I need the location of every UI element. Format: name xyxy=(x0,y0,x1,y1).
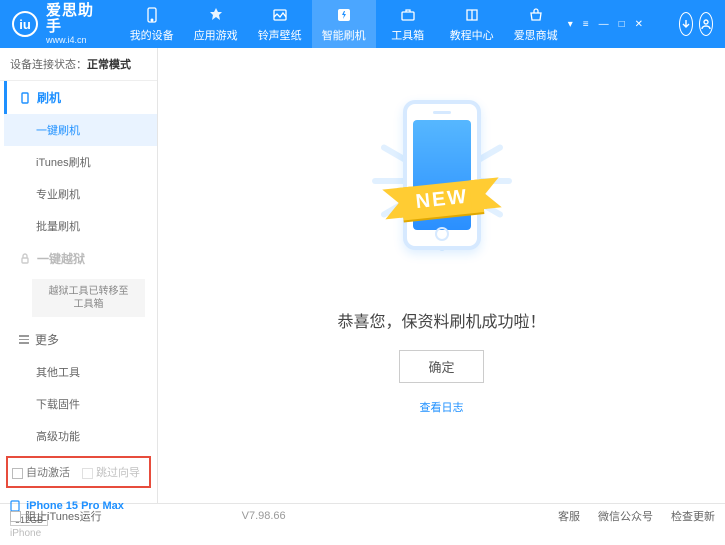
window-controls: ▾ ≡ — □ ✕ xyxy=(568,19,643,30)
app-logo-text: 爱思助手 www.i4.cn xyxy=(46,3,100,46)
nav-ringtones[interactable]: 铃声壁纸 xyxy=(248,0,312,48)
nav-store[interactable]: 爱思商城 xyxy=(504,0,568,48)
minimize-icon[interactable]: — xyxy=(599,19,609,30)
nav-apps[interactable]: 应用游戏 xyxy=(184,0,248,48)
view-log-link[interactable]: 查看日志 xyxy=(420,399,464,415)
sidebar-header-jailbreak: 一键越狱 xyxy=(4,242,157,275)
app-subtitle: www.i4.cn xyxy=(46,36,100,46)
sidebar-item-advanced[interactable]: 高级功能 xyxy=(4,420,157,452)
skip-guide-checkbox[interactable]: 跳过向导 xyxy=(82,464,140,480)
phone-graphic xyxy=(403,100,481,250)
flash-icon xyxy=(335,6,353,24)
device-icon xyxy=(19,92,31,104)
book-icon xyxy=(463,6,481,24)
maximize-icon[interactable]: □ xyxy=(619,19,625,30)
sidebar-header-label: 一键越狱 xyxy=(37,250,85,267)
lock-icon xyxy=(19,253,31,265)
sidebar-item-oneclick[interactable]: 一键刷机 xyxy=(4,114,157,146)
nav-label: 应用游戏 xyxy=(194,27,238,43)
success-illustration: NEW xyxy=(352,78,532,278)
nav-label: 我的设备 xyxy=(130,27,174,43)
connection-status: 设备连接状态：正常模式 xyxy=(0,48,157,81)
sidebar-header-label: 更多 xyxy=(35,331,59,348)
download-button[interactable] xyxy=(679,12,693,36)
sidebar-item-other[interactable]: 其他工具 xyxy=(4,356,157,388)
user-button[interactable] xyxy=(699,12,713,36)
close-icon[interactable]: ✕ xyxy=(635,19,643,30)
sidebar-item-pro[interactable]: 专业刷机 xyxy=(4,178,157,210)
ok-button[interactable]: 确定 xyxy=(399,350,483,383)
activation-options: 自动激活 跳过向导 xyxy=(6,456,151,488)
auto-activate-checkbox[interactable]: 自动激活 xyxy=(12,464,70,480)
status-label: 设备连接状态： xyxy=(10,59,87,71)
nav-flash[interactable]: 智能刷机 xyxy=(312,0,376,48)
top-nav: 我的设备 应用游戏 铃声壁纸 智能刷机 工具箱 教程中心 爱思商城 xyxy=(120,0,568,48)
sidebar-header-flash[interactable]: 刷机 xyxy=(4,81,157,114)
app-logo-icon: iu xyxy=(12,11,38,37)
nav-tutorials[interactable]: 教程中心 xyxy=(440,0,504,48)
nav-my-device[interactable]: 我的设备 xyxy=(120,0,184,48)
body: 设备连接状态：正常模式 刷机 一键刷机 iTunes刷机 专业刷机 批量刷机 一… xyxy=(0,48,725,503)
title-bar: iu 爱思助手 www.i4.cn 我的设备 应用游戏 铃声壁纸 智能刷机 工具… xyxy=(0,0,725,48)
nav-label: 爱思商城 xyxy=(514,27,558,43)
hamburger-icon xyxy=(19,335,29,344)
tray-icon[interactable]: ≡ xyxy=(583,19,589,30)
wallpaper-icon xyxy=(271,6,289,24)
main-content: NEW 恭喜您，保资料刷机成功啦！ 确定 查看日志 xyxy=(158,48,725,503)
nav-label: 教程中心 xyxy=(450,27,494,43)
block-itunes-checkbox[interactable]: 阻止iTunes运行 xyxy=(10,508,102,524)
nav-label: 智能刷机 xyxy=(322,27,366,43)
titlebar-right: ▾ ≡ — □ ✕ xyxy=(568,12,713,36)
phone-icon xyxy=(143,6,161,24)
jailbreak-note: 越狱工具已转移至 工具箱 xyxy=(32,279,145,317)
version-label: V7.98.66 xyxy=(242,510,286,522)
sidebar-header-label: 刷机 xyxy=(37,89,61,106)
nav-label: 工具箱 xyxy=(391,27,424,43)
sidebar-header-more[interactable]: 更多 xyxy=(4,323,157,356)
device-type: iPhone xyxy=(10,528,147,539)
sidebar-item-itunes[interactable]: iTunes刷机 xyxy=(4,146,157,178)
store-icon xyxy=(527,6,545,24)
app-title: 爱思助手 xyxy=(46,3,100,36)
nav-toolbox[interactable]: 工具箱 xyxy=(376,0,440,48)
footer-link-wechat[interactable]: 微信公众号 xyxy=(598,508,653,524)
sidebar: 设备连接状态：正常模式 刷机 一键刷机 iTunes刷机 专业刷机 批量刷机 一… xyxy=(0,48,158,503)
status-value: 正常模式 xyxy=(87,59,131,71)
success-message: 恭喜您，保资料刷机成功啦！ xyxy=(337,308,545,332)
apps-icon xyxy=(207,6,225,24)
footer-link-update[interactable]: 检查更新 xyxy=(671,508,715,524)
sidebar-item-firmware[interactable]: 下载固件 xyxy=(4,388,157,420)
toolbox-icon xyxy=(399,6,417,24)
nav-label: 铃声壁纸 xyxy=(258,27,302,43)
menu-icon[interactable]: ▾ xyxy=(568,19,573,30)
footer-link-support[interactable]: 客服 xyxy=(558,508,580,524)
sidebar-item-batch[interactable]: 批量刷机 xyxy=(4,210,157,242)
